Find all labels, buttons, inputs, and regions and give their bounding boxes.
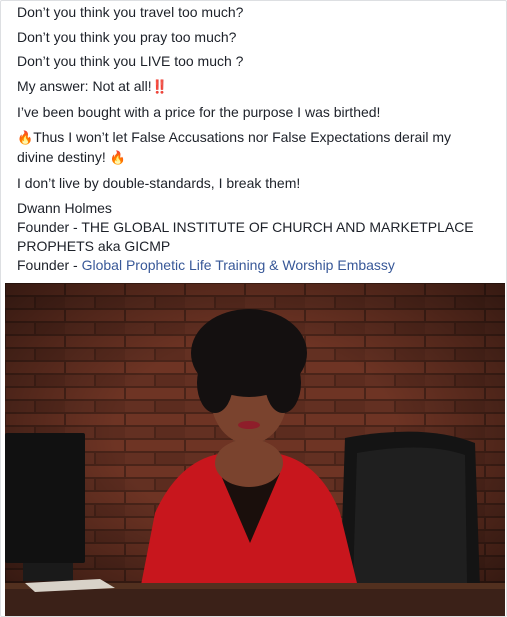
facebook-post: Don’t you think you travel too much? Don… <box>0 0 507 617</box>
founder-line-1-cont: PROPHETS aka GICMP <box>17 238 171 254</box>
founder-label: Founder - <box>17 257 82 273</box>
fire-icon: 🔥 <box>17 130 34 145</box>
photo-of-woman-icon <box>5 283 505 616</box>
accusations-text: Thus I won’t let False Accusations nor F… <box>33 129 452 145</box>
answer-text: My answer: Not at all! <box>17 78 152 94</box>
author-name: Dwann Holmes <box>17 200 112 216</box>
post-line-2: Don’t you think you pray too much? <box>17 29 237 45</box>
destiny-text: divine destiny! <box>17 149 106 165</box>
post-line-5: I’ve been bought with a price for the pu… <box>17 104 381 120</box>
founder-line-2: Founder - Global Prophetic Life Training… <box>17 256 395 275</box>
embassy-link[interactable]: Global Prophetic Life Training & Worship… <box>82 257 395 273</box>
post-line-8: I don’t live by double-standards, I brea… <box>17 175 301 191</box>
post-line-1: Don’t you think you travel too much? <box>17 4 244 20</box>
post-photo[interactable] <box>5 283 505 616</box>
double-exclamation-icon: ‼️ <box>151 79 168 94</box>
post-line-7: divine destiny! 🔥 <box>17 148 126 167</box>
founder-line-1: Founder - THE GLOBAL INSTITUTE OF CHURCH… <box>17 219 474 235</box>
post-line-4: My answer: Not at all!‼️ <box>17 77 168 96</box>
post-line-6: 🔥Thus I won’t let False Accusations nor … <box>17 128 451 147</box>
fire-icon: 🔥 <box>109 150 126 165</box>
post-line-3: Don’t you think you LIVE too much ? <box>17 53 244 69</box>
